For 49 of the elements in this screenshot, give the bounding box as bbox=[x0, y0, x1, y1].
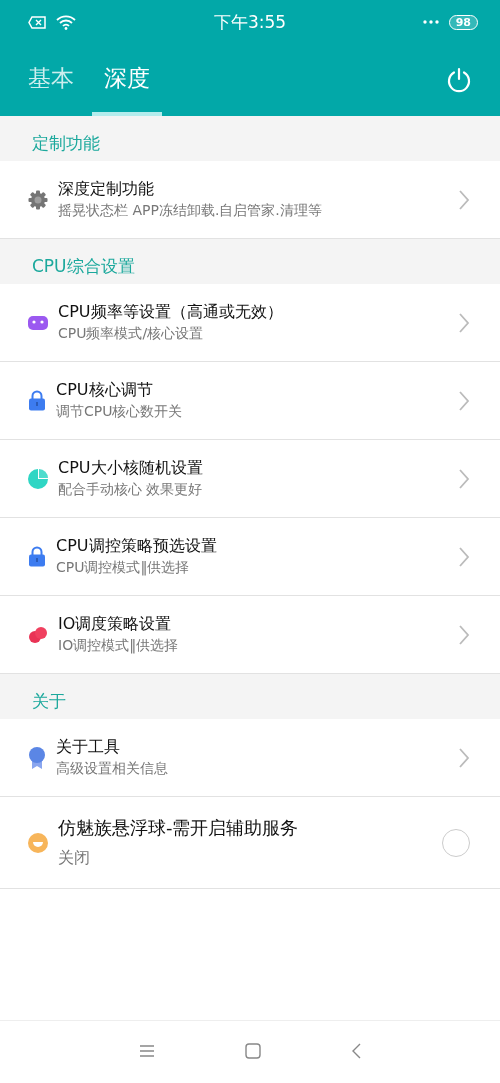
clock-time: 下午3:55 bbox=[213, 10, 287, 34]
menu-icon[interactable] bbox=[139, 1044, 155, 1058]
row-subtitle: IO调控模式‖供选择 bbox=[58, 637, 180, 655]
rings-icon bbox=[28, 624, 48, 645]
back-icon[interactable] bbox=[351, 1043, 361, 1059]
settings-row[interactable]: CPU调控策略预选设置 CPU调控模式‖供选择 bbox=[0, 518, 500, 596]
row-title: 仿魅族悬浮球-需开启辅助服务 bbox=[58, 816, 300, 840]
row-title: IO调度策略设置 bbox=[58, 614, 173, 635]
gamepad-icon bbox=[28, 314, 48, 331]
row-title: CPU调控策略预选设置 bbox=[56, 536, 218, 557]
chevron-right-icon bbox=[458, 189, 470, 210]
row-title: 深度定制功能 bbox=[58, 179, 155, 200]
chevron-right-icon bbox=[458, 390, 470, 411]
more-dots-icon bbox=[422, 20, 439, 24]
section-header: 定制功能 bbox=[32, 132, 100, 155]
lock-icon bbox=[28, 390, 46, 411]
smiley-icon bbox=[28, 832, 48, 853]
row-subtitle: CPU频率模式/核心设置 bbox=[58, 325, 205, 343]
settings-row[interactable]: 仿魅族悬浮球-需开启辅助服务 关闭 bbox=[0, 797, 500, 889]
row-subtitle: 调节CPU核心数开关 bbox=[56, 403, 184, 421]
no-sim-icon bbox=[28, 15, 46, 29]
settings-row[interactable]: CPU核心调节 调节CPU核心数开关 bbox=[0, 362, 500, 440]
chevron-right-icon bbox=[458, 312, 470, 333]
chevron-right-icon bbox=[458, 468, 470, 489]
row-subtitle: 高级设置相关信息 bbox=[56, 760, 169, 778]
section-header: 关于 bbox=[32, 690, 66, 713]
row-title: 关于工具 bbox=[56, 737, 121, 758]
battery-level: 98 bbox=[448, 14, 478, 30]
lock-icon bbox=[28, 546, 46, 567]
medal-icon bbox=[28, 746, 46, 769]
row-subtitle: 关闭 bbox=[58, 848, 91, 869]
row-subtitle: CPU调控模式‖供选择 bbox=[56, 559, 191, 577]
row-title: CPU核心调节 bbox=[56, 380, 154, 401]
row-subtitle: 配合手动核心 效果更好 bbox=[58, 481, 204, 499]
settings-row[interactable]: CPU频率等设置（高通或无效） CPU频率模式/核心设置 bbox=[0, 284, 500, 362]
settings-row[interactable]: 关于工具 高级设置相关信息 bbox=[0, 719, 500, 797]
row-title: CPU频率等设置（高通或无效） bbox=[58, 302, 284, 323]
chevron-right-icon bbox=[458, 546, 470, 567]
pie-chart-icon bbox=[28, 468, 48, 489]
gear-icon bbox=[28, 189, 48, 210]
section-header: CPU综合设置 bbox=[32, 255, 135, 278]
row-subtitle: 摇晃状态栏 APP冻结卸载.自启管家.清理等 bbox=[58, 202, 323, 220]
chevron-right-icon bbox=[458, 624, 470, 645]
power-icon[interactable] bbox=[446, 67, 472, 93]
row-title: CPU大小核随机设置 bbox=[58, 458, 204, 479]
chevron-right-icon bbox=[458, 747, 470, 768]
wifi-icon bbox=[56, 14, 76, 30]
home-icon[interactable] bbox=[245, 1043, 261, 1059]
settings-row[interactable]: CPU大小核随机设置 配合手动核心 效果更好 bbox=[0, 440, 500, 518]
